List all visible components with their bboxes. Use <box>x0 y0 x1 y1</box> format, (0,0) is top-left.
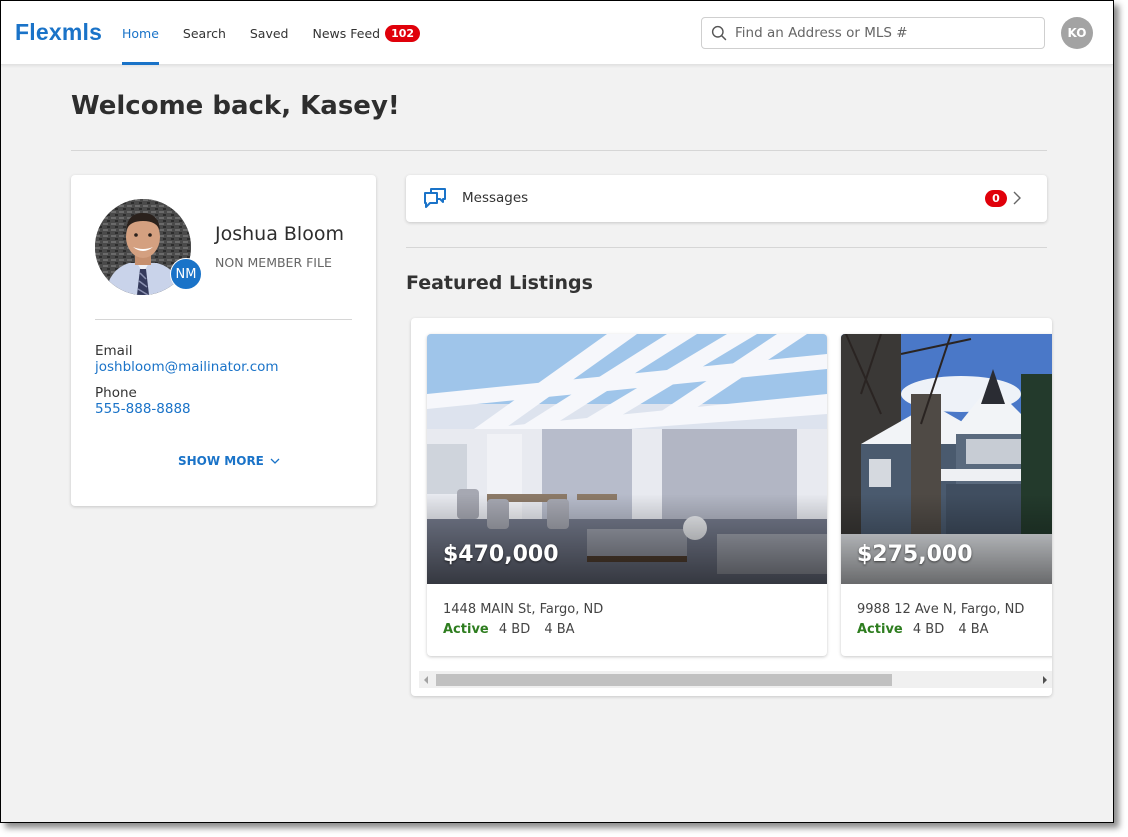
user-avatar[interactable]: KO <box>1061 17 1093 49</box>
address-search-input[interactable] <box>735 25 1035 41</box>
listing-baths: 4 BA <box>958 622 989 637</box>
messages-label: Messages <box>462 190 529 206</box>
listing-card[interactable]: $470,000 1448 MAIN St, Fargo, ND Active … <box>427 334 827 656</box>
divider <box>71 150 1047 151</box>
photo-gradient-overlay <box>841 494 1052 584</box>
phone-link[interactable]: 555-888-8888 <box>95 401 191 417</box>
nav-news-feed-label: News Feed <box>312 25 381 41</box>
flexmls-logo[interactable]: Flexmls <box>15 19 102 46</box>
search-icon <box>711 25 727 41</box>
photo-gradient-overlay <box>427 494 827 584</box>
divider <box>406 247 1047 248</box>
contact-profile-card: NM Joshua Bloom NON MEMBER FILE Email jo… <box>71 175 376 506</box>
chevron-down-icon <box>270 458 280 464</box>
divider <box>95 319 352 320</box>
nav-home-label: Home <box>122 25 159 41</box>
contact-name: Joshua Bloom <box>215 223 344 245</box>
top-navigation-bar: Flexmls Home Search Saved News Feed 102 … <box>1 1 1113 65</box>
listing-status: Active <box>857 622 903 637</box>
listing-address: 1448 MAIN St, Fargo, ND <box>443 602 604 617</box>
phone-label: Phone <box>95 385 137 401</box>
page-title: Welcome back, Kasey! <box>71 91 400 121</box>
listing-beds: 4 BD <box>498 622 531 637</box>
scroll-left-arrow-icon[interactable] <box>424 676 429 684</box>
listing-baths: 4 BA <box>544 622 575 637</box>
listing-card[interactable]: $275,000 9988 12 Ave N, Fargo, ND Active… <box>841 334 1052 656</box>
email-link[interactable]: joshbloom@mailinator.com <box>95 359 279 375</box>
listing-status: Active <box>443 622 489 637</box>
featured-listings-title: Featured Listings <box>406 272 593 294</box>
nav-news-feed[interactable]: News Feed 102 <box>313 1 421 65</box>
main-nav: Home Search Saved News Feed 102 <box>122 1 444 65</box>
listing-address: 9988 12 Ave N, Fargo, ND <box>857 602 1025 617</box>
listing-details: Active 4 BD 4 BA <box>443 622 575 637</box>
nav-saved[interactable]: Saved <box>250 1 289 65</box>
email-label: Email <box>95 343 133 359</box>
nav-search[interactable]: Search <box>183 1 226 65</box>
nav-saved-label: Saved <box>249 25 289 41</box>
show-more-label: SHOW MORE <box>178 454 264 468</box>
messages-count-badge: 0 <box>985 190 1007 207</box>
news-feed-count-badge: 102 <box>385 24 421 42</box>
scroll-right-arrow-icon[interactable] <box>1042 676 1047 684</box>
listing-price: $275,000 <box>857 542 973 567</box>
nav-search-label: Search <box>182 25 226 41</box>
listing-price: $470,000 <box>443 542 559 567</box>
chevron-right-icon <box>1013 191 1021 205</box>
contact-subtitle: NON MEMBER FILE <box>215 255 332 270</box>
listing-beds: 4 BD <box>912 622 945 637</box>
contact-type-badge: NM <box>170 258 202 290</box>
address-search-box[interactable] <box>701 17 1045 49</box>
listings-horizontal-scrollbar[interactable] <box>419 671 1052 688</box>
featured-listings-carousel: $470,000 1448 MAIN St, Fargo, ND Active … <box>411 318 1052 696</box>
app-window: Flexmls Home Search Saved News Feed 102 … <box>0 0 1114 823</box>
chat-bubbles-icon <box>424 188 446 208</box>
scrollbar-thumb[interactable] <box>436 674 892 686</box>
nav-home[interactable]: Home <box>122 1 159 65</box>
listing-details: Active 4 BD 4 BA <box>857 622 989 637</box>
messages-row[interactable]: Messages 0 <box>406 175 1047 222</box>
show-more-button[interactable]: SHOW MORE <box>178 454 280 468</box>
